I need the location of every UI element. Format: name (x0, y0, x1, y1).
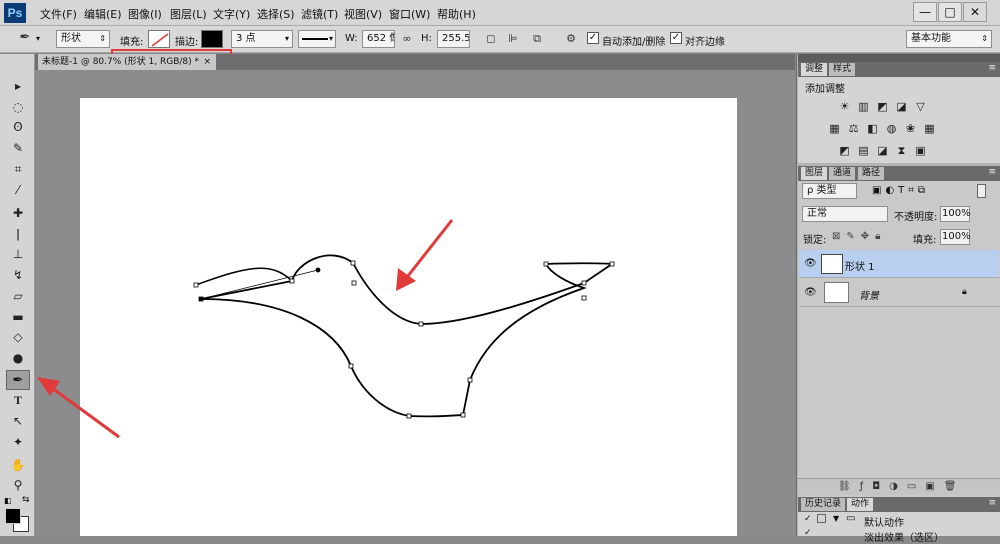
panel-menu-icon[interactable]: ≡ (988, 167, 996, 177)
shape-layer-thumbnail-icon (821, 254, 843, 274)
layers-footer: ⛓ƒ◘◑▭▣🗑︎ (798, 478, 1000, 495)
tab-channels[interactable]: 通道 (829, 167, 856, 180)
posterize-icon[interactable]: ▤ (857, 145, 870, 157)
action-set-name[interactable]: 默认动作 (864, 514, 904, 529)
adjustments-panel: 添加调整 ☀ ▥ ◩ ◪ ▽ ▦ ⚖ ◧ ◍ ❀ ▦ ◩ ▤ ◪ ⧗ ▣ (798, 77, 1000, 163)
panel-menu-icon[interactable]: ≡ (988, 63, 996, 73)
lock-icon: 🔒︎ (962, 287, 967, 297)
opacity-input[interactable]: 100% (940, 206, 971, 222)
action-name[interactable]: 淡出效果（选区） (864, 529, 944, 544)
layer-row-background[interactable]: 👁︎ 背景 🔒︎ (799, 279, 999, 307)
tab-layers[interactable]: 图层 (801, 167, 828, 180)
tab-styles[interactable]: 样式 (829, 63, 856, 76)
hue-saturation-icon[interactable]: ▦ (828, 123, 841, 135)
invert-icon[interactable]: ◩ (838, 145, 851, 157)
panel-collapse-bar[interactable] (798, 54, 1000, 62)
red-arrow-annotation (37, 219, 454, 439)
tab-history[interactable]: 历史记录 (801, 498, 846, 511)
checkmark-icon[interactable]: ✓ (804, 514, 812, 524)
layer-action-icons[interactable]: ⛓ƒ◘◑▭▣🗑︎ (838, 481, 965, 492)
levels-icon[interactable]: ▥ (857, 101, 870, 113)
gradient-map-icon[interactable]: ⧗ (895, 145, 908, 157)
panel-menu-icon[interactable]: ≡ (988, 498, 996, 508)
tab-paths[interactable]: 路径 (858, 167, 885, 180)
dialog-toggle-icon[interactable] (817, 514, 826, 523)
fill-opacity-label: 填充: (913, 235, 937, 246)
blend-mode-select[interactable]: 正常 (802, 206, 888, 222)
color-lookup-icon[interactable]: ▦ (923, 123, 936, 135)
layer-row-shape-1[interactable]: 👁︎ 形状 1 (799, 250, 999, 278)
lock-icons[interactable]: ⊠✎✥🔒︎ (832, 231, 886, 242)
lock-label: 锁定: (803, 235, 827, 246)
fill-opacity-input[interactable]: 100% (940, 229, 971, 245)
exposure-icon[interactable]: ◪ (895, 101, 908, 113)
history-tabbar: 历史记录 动作 ≡ (798, 497, 1000, 512)
tab-actions[interactable]: 动作 (847, 498, 874, 511)
tab-adjustments[interactable]: 调整 (801, 63, 828, 76)
folder-icon: ▭ (846, 513, 856, 524)
background-thumbnail (824, 282, 849, 303)
layer-name: 形状 1 (845, 262, 875, 273)
filter-toggle-switch[interactable] (977, 184, 986, 198)
expand-triangle-icon[interactable]: ▼ (833, 514, 839, 523)
vibrance-icon[interactable]: ▽ (914, 101, 927, 113)
color-balance-icon[interactable]: ⚖ (847, 123, 860, 135)
opacity-label: 不透明度: (894, 212, 938, 223)
eye-icon[interactable]: 👁︎ (804, 287, 817, 298)
layer-name: 背景 (859, 291, 879, 302)
channel-mixer-icon[interactable]: ❀ (904, 123, 917, 135)
layers-tabbar: 图层 通道 路径 ≡ (798, 166, 1000, 181)
actions-panel: ✓ ▼ ▭ 默认动作 ✓ 淡出效果（选区） (798, 512, 1000, 544)
brightness-contrast-icon[interactable]: ☀ (838, 101, 851, 113)
eye-icon[interactable]: 👁︎ (804, 258, 817, 269)
adjustments-tabbar: 调整 样式 ≡ (798, 62, 1000, 77)
threshold-icon[interactable]: ◪ (876, 145, 889, 157)
black-white-icon[interactable]: ◧ (866, 123, 879, 135)
checkmark-icon[interactable]: ✓ (804, 528, 812, 538)
layer-filter-select[interactable]: ρ 类型 (802, 183, 857, 199)
adjustments-heading: 添加调整 (805, 84, 845, 95)
curves-icon[interactable]: ◩ (876, 101, 889, 113)
photo-filter-icon[interactable]: ◍ (885, 123, 898, 135)
selective-color-icon[interactable]: ▣ (914, 145, 927, 157)
layer-filter-icons[interactable]: ▣◐T⌗⧉ (872, 185, 929, 196)
